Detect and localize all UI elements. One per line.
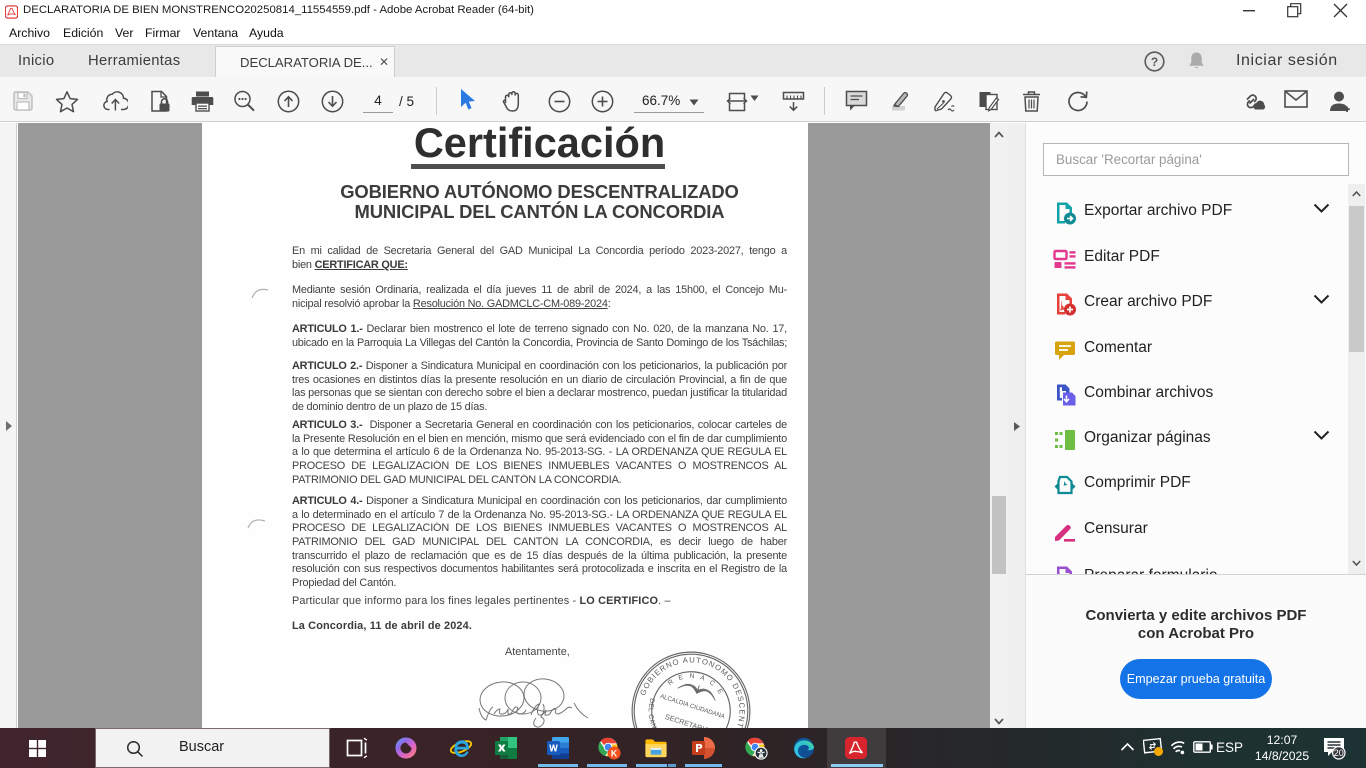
svg-text:SECRETARIA: SECRETARIA xyxy=(664,712,710,728)
svg-text:GOBIERNO AUTONOMO DESCENTRALIZ: GOBIERNO AUTONOMO DESCENTRALIZADO MUNICI… xyxy=(628,648,754,728)
svg-text:K: K xyxy=(611,748,618,758)
svg-text:?: ? xyxy=(1151,55,1158,69)
svg-text:20: 20 xyxy=(1334,748,1344,758)
